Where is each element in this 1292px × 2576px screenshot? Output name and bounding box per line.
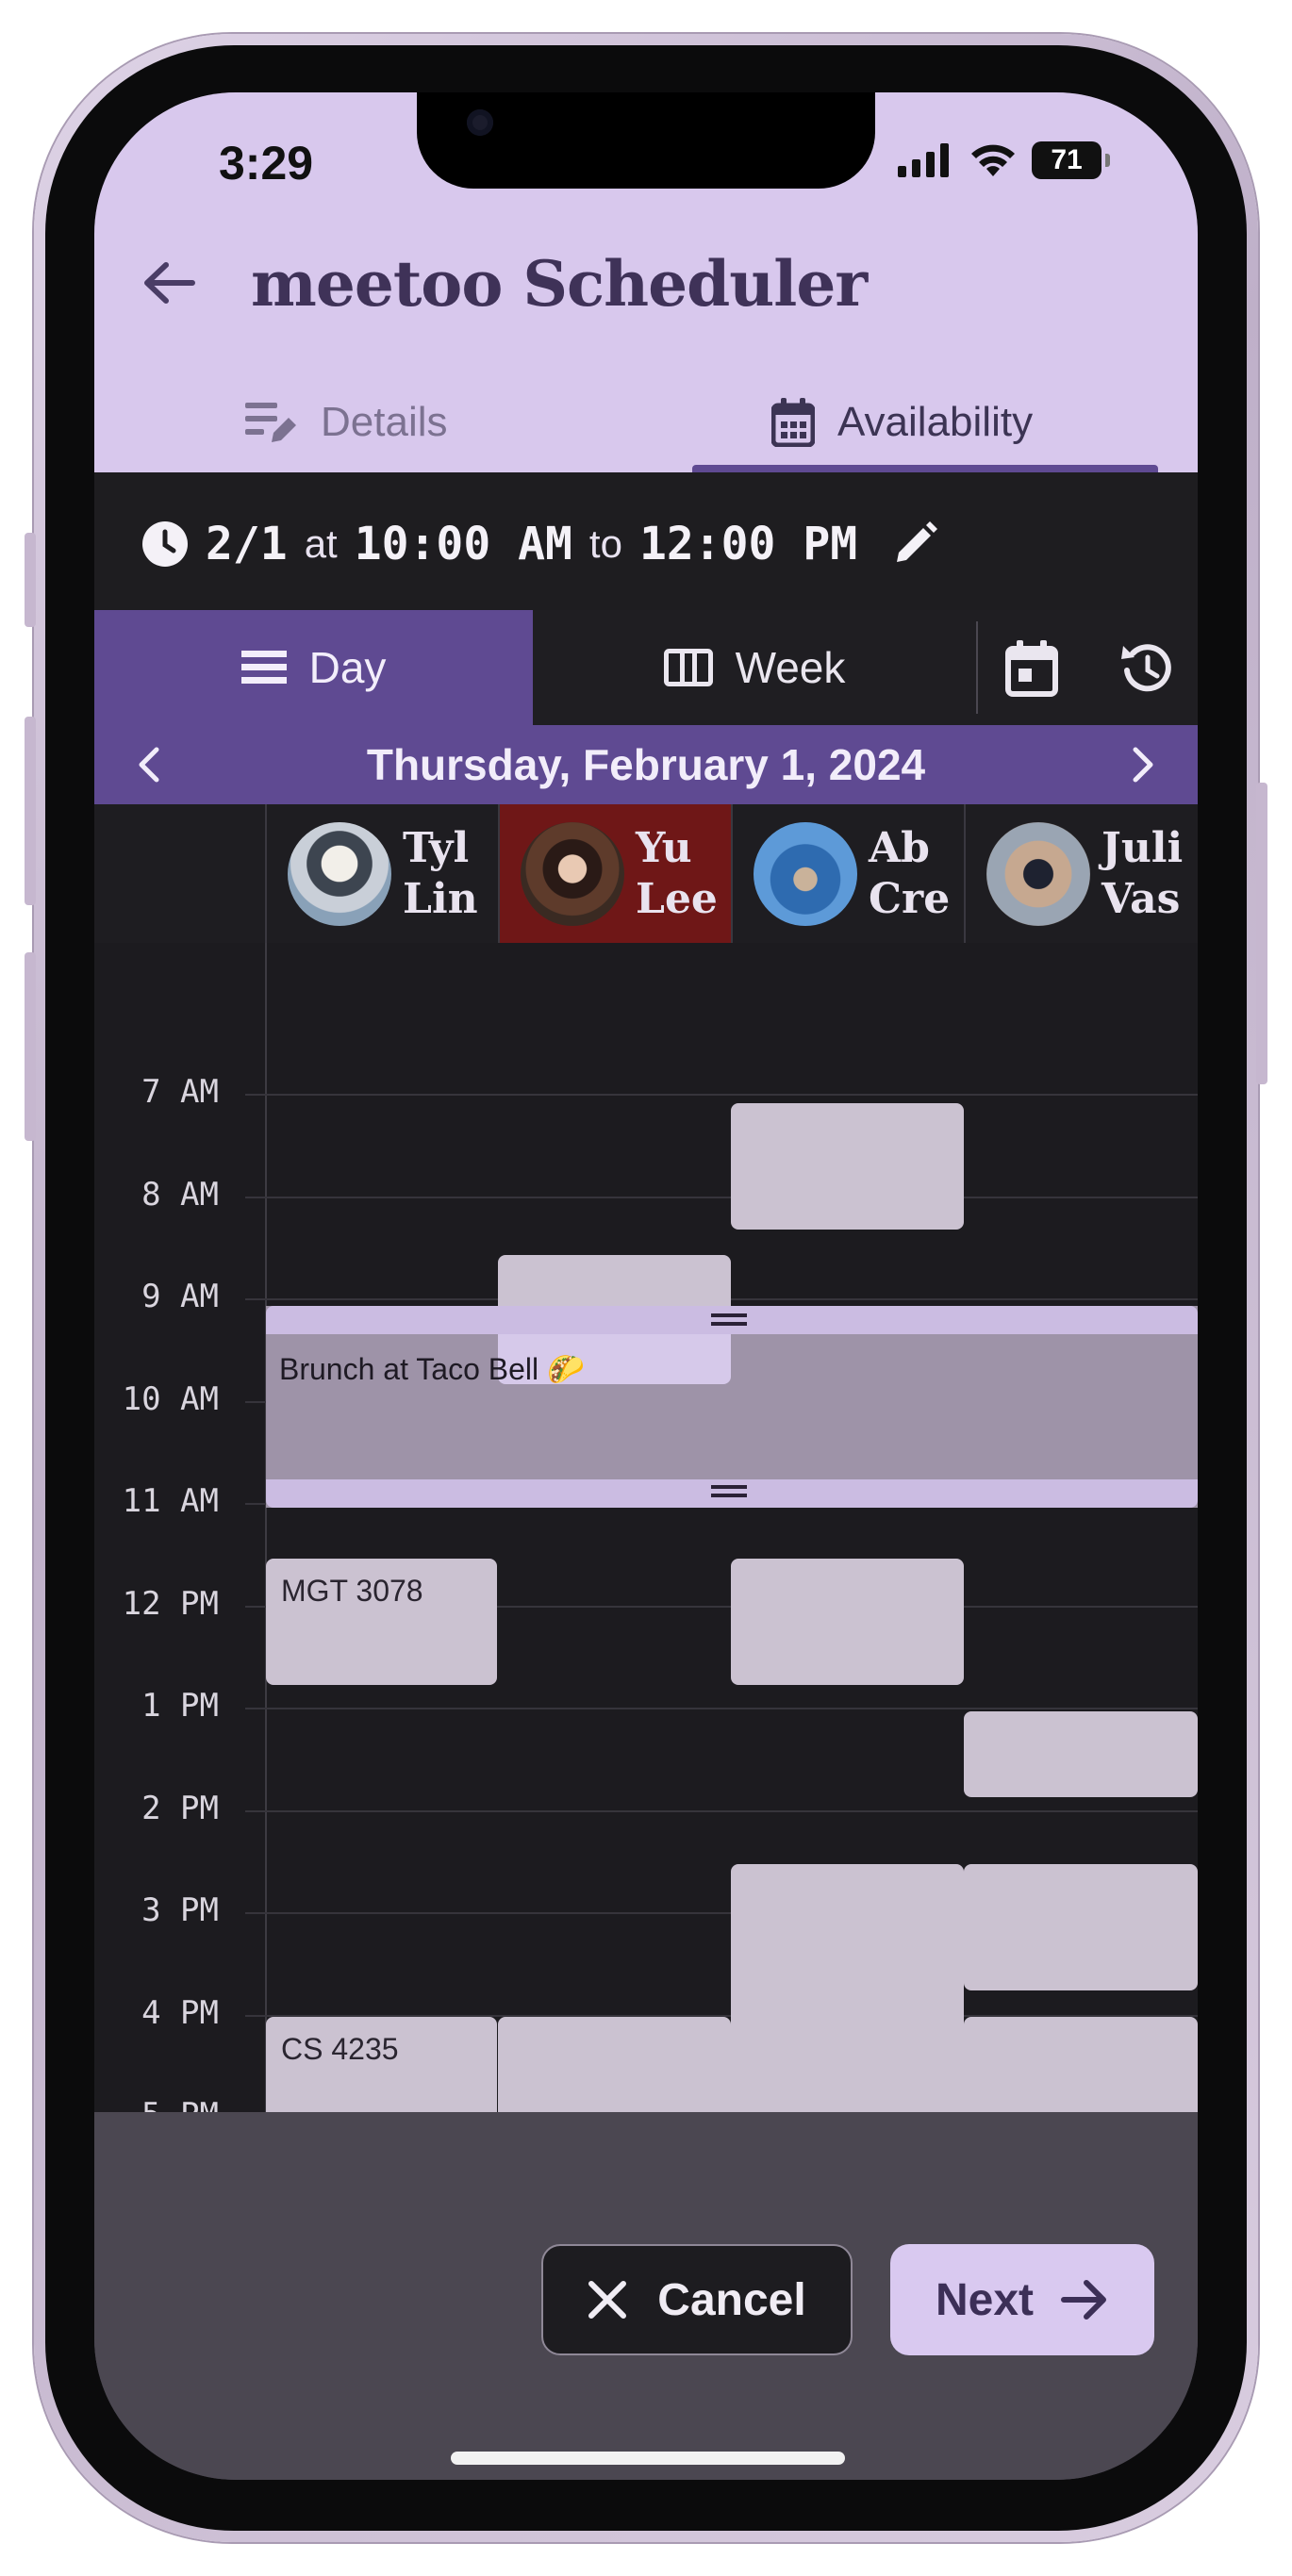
- next-day-chevron-icon[interactable]: [1130, 746, 1158, 784]
- notch: [417, 92, 875, 189]
- list-icon: [240, 651, 287, 684]
- busy-block: [731, 1559, 964, 1685]
- tab-indicator: [692, 465, 1158, 472]
- selected-time-range[interactable]: [266, 1306, 1198, 1508]
- battery-icon: 71: [1032, 141, 1102, 179]
- current-date-label: Thursday, February 1, 2024: [366, 740, 926, 789]
- hour-label: 9 AM: [141, 1278, 219, 1315]
- event-time-row: 2/1 at 10:00 AM to 12:00 PM: [94, 472, 1198, 610]
- volume-up-button: [25, 717, 36, 905]
- tab-availability-label: Availability: [837, 399, 1034, 445]
- hour-label: 11 AM: [122, 1482, 219, 1520]
- hour-label: 1 PM: [141, 1687, 219, 1725]
- hour-label: 7 AM: [141, 1073, 219, 1111]
- at-label: at: [304, 521, 338, 566]
- avatar: [288, 821, 391, 926]
- tab-details-label: Details: [321, 399, 448, 445]
- event-end-time[interactable]: 12:00 PM: [639, 518, 857, 570]
- busy-block: [964, 2017, 1198, 2112]
- edit-pencil-icon[interactable]: [891, 520, 938, 568]
- hour-gridline: [245, 1708, 1198, 1709]
- participant-name: Juli Vas: [1102, 823, 1184, 923]
- drag-handle-icon: [711, 1485, 747, 1497]
- hour-label: 2 PM: [141, 1790, 219, 1827]
- event-date[interactable]: 2/1: [206, 518, 288, 570]
- calendar-today-icon[interactable]: [1005, 640, 1058, 697]
- mute-switch: [25, 533, 36, 627]
- time-axis-divider: [265, 943, 267, 2112]
- edit-notes-icon: [245, 403, 296, 442]
- hour-label: 10 AM: [122, 1380, 219, 1418]
- avatar: [986, 821, 1090, 926]
- participant-name: Ab Cre: [869, 823, 951, 923]
- avatar: [754, 821, 857, 926]
- event-start-time[interactable]: 10:00 AM: [355, 518, 572, 570]
- page-title: meetoo Scheduler: [251, 247, 868, 321]
- next-button[interactable]: Next: [890, 2244, 1154, 2355]
- tab-availability[interactable]: Availability: [771, 375, 1033, 470]
- day-view-label: Day: [308, 643, 387, 692]
- tab-details[interactable]: Details: [245, 375, 448, 470]
- hour-label: 4 PM: [141, 1994, 219, 2032]
- cancel-label: Cancel: [657, 2274, 806, 2325]
- history-reset-icon[interactable]: [1118, 640, 1174, 695]
- next-label: Next: [935, 2274, 1035, 2325]
- back-arrow-icon[interactable]: [141, 260, 196, 305]
- avatar: [521, 821, 624, 926]
- clock-icon: [142, 521, 188, 567]
- previous-day-chevron-icon[interactable]: [134, 746, 162, 784]
- week-columns-icon: [663, 649, 713, 686]
- to-label: to: [588, 521, 622, 566]
- busy-block: [731, 1864, 964, 2144]
- participant-name: Tyl Lin: [403, 823, 478, 923]
- day-view-button[interactable]: Day: [94, 610, 533, 725]
- class-block-mgt: MGT 3078: [266, 1559, 497, 1685]
- hour-label: 12 PM: [122, 1585, 219, 1623]
- hour-label: 3 PM: [141, 1891, 219, 1929]
- busy-block: [964, 1864, 1198, 1990]
- selection-bottom-handle[interactable]: [266, 1479, 1198, 1508]
- participant-column-3[interactable]: Ab Cre: [731, 804, 964, 943]
- date-navigator: Thursday, February 1, 2024: [94, 725, 1198, 804]
- participants-header: Tyl Lin Yu Lee Ab Cre Juli Vas: [94, 804, 1198, 945]
- calendar-icon: [771, 398, 815, 447]
- close-icon: [588, 2281, 627, 2319]
- hour-label: 8 AM: [141, 1176, 219, 1214]
- selection-label: Brunch at Taco Bell 🌮: [279, 1352, 585, 1386]
- battery-tip: [1105, 154, 1110, 167]
- view-toggle-bar: Day Week: [94, 610, 1198, 725]
- participant-column-1[interactable]: Tyl Lin: [265, 804, 498, 943]
- participant-column-4[interactable]: Juli Vas: [964, 804, 1198, 943]
- participant-column-2[interactable]: Yu Lee: [498, 804, 731, 943]
- busy-block: [731, 1103, 964, 1230]
- status-icons: 71: [898, 141, 1110, 179]
- signal-icon: [898, 143, 949, 177]
- selection-top-handle[interactable]: [266, 1306, 1198, 1334]
- home-indicator: [451, 2452, 845, 2465]
- status-time: 3:29: [219, 137, 314, 190]
- participant-name: Yu Lee: [636, 823, 718, 923]
- screen: 3:29 71 meetoo Scheduler Details Availab…: [94, 92, 1198, 2480]
- week-view-button[interactable]: Week: [533, 610, 976, 725]
- front-camera: [467, 109, 493, 136]
- class-label: CS 4235: [281, 2032, 399, 2066]
- volume-down-button: [25, 952, 36, 1141]
- toolbar-divider: [976, 621, 978, 714]
- hour-gridline: [245, 1197, 1198, 1198]
- hour-gridline: [245, 1810, 1198, 1812]
- class-label: MGT 3078: [281, 1574, 423, 1608]
- arrow-right-icon: [1061, 2280, 1107, 2320]
- cancel-button[interactable]: Cancel: [541, 2244, 853, 2355]
- power-button: [1256, 783, 1267, 1084]
- week-view-label: Week: [735, 643, 846, 692]
- hour-gridline: [245, 1094, 1198, 1096]
- busy-block: [964, 1711, 1198, 1797]
- wifi-icon: [971, 144, 1015, 176]
- drag-handle-icon: [711, 1313, 747, 1326]
